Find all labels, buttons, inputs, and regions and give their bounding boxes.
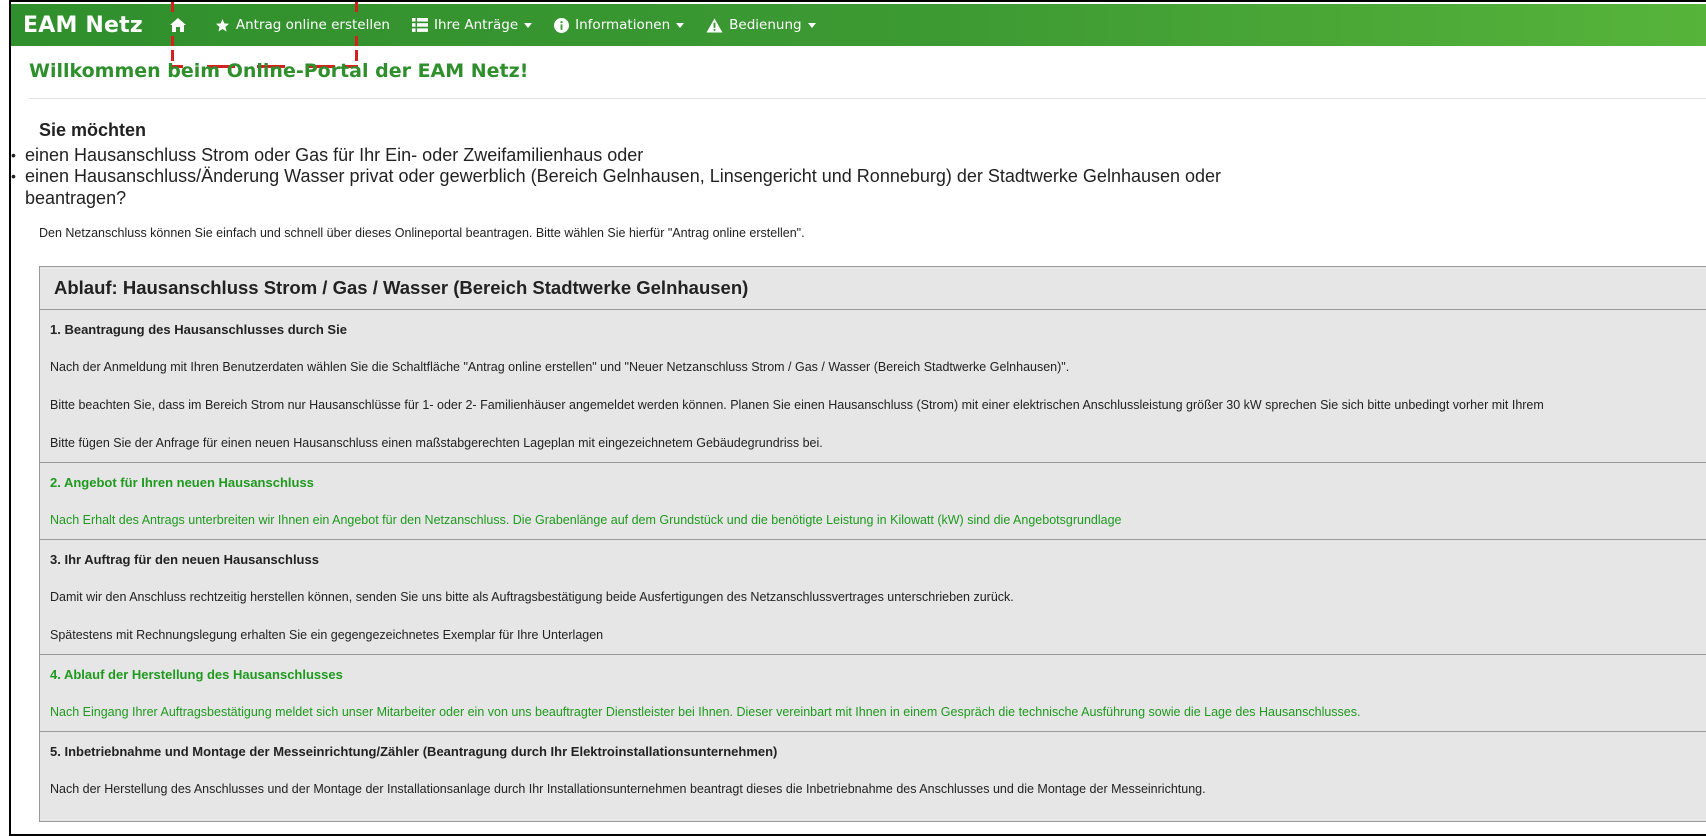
step-1: 1. Beantragung des Hausanschlusses durch… <box>40 310 1706 463</box>
intro-list: einen Hausanschluss Strom oder Gas für I… <box>11 145 1701 187</box>
step-paragraph: Nach der Herstellung des Anschlusses und… <box>50 782 1206 796</box>
step-paragraph: Bitte fügen Sie der Anfrage für einen ne… <box>50 436 823 450</box>
step-title: 3. Ihr Auftrag für den neuen Hausanschlu… <box>50 551 319 567</box>
step-paragraph: Nach der Anmeldung mit Ihren Benutzerdat… <box>50 360 1070 374</box>
info-icon <box>554 17 570 33</box>
intro-heading: Sie möchten <box>39 120 147 140</box>
caret-down-icon <box>676 22 685 28</box>
step-paragraph: Nach Erhalt des Antrags unterbreiten wir… <box>50 513 1122 527</box>
step-title: 5. Inbetriebnahme und Montage der Messei… <box>50 743 778 759</box>
intro-note: Den Netzanschluss können Sie einfach und… <box>39 226 805 240</box>
step-paragraph: Damit wir den Anschluss rechtzeitig hers… <box>50 590 1014 604</box>
step-paragraph: Nach Eingang Ihrer Auftragsbestätigung m… <box>50 705 1361 719</box>
nav-bedienung-dropdown[interactable]: Bedienung <box>706 17 816 33</box>
step-5: 5. Inbetriebnahme und Montage der Messei… <box>40 732 1706 808</box>
top-navbar: EAM Netz Antrag online erstellen Ihre An… <box>11 4 1706 46</box>
list-item: einen Hausanschluss/Änderung Wasser priv… <box>11 166 1701 187</box>
list-icon <box>411 18 428 32</box>
step-3: 3. Ihr Auftrag für den neuen Hausanschlu… <box>40 540 1706 655</box>
star-icon <box>215 18 230 33</box>
nav-label: Informationen <box>575 17 671 33</box>
process-panel: Ablauf: Hausanschluss Strom / Gas / Wass… <box>39 266 1706 822</box>
step-title: 1. Beantragung des Hausanschlusses durch… <box>50 321 347 337</box>
title-divider <box>29 98 1706 99</box>
intro-end-text: beantragen? <box>25 188 127 208</box>
nav-label: Bedienung <box>729 17 802 33</box>
step-title: 2. Angebot für Ihren neuen Hausanschluss <box>50 474 314 490</box>
page-frame: EAM Netz Antrag online erstellen Ihre An… <box>9 0 1706 836</box>
nav-antrag-online-erstellen[interactable]: Antrag online erstellen <box>215 17 390 33</box>
panel-title: Ablauf: Hausanschluss Strom / Gas / Wass… <box>40 267 1706 310</box>
step-paragraph: Bitte beachten Sie, dass im Bereich Stro… <box>50 398 1544 412</box>
home-link[interactable] <box>169 17 193 33</box>
home-icon <box>169 17 187 33</box>
brand-logo[interactable]: EAM Netz <box>23 13 143 38</box>
nav-ihre-antraege-dropdown[interactable]: Ihre Anträge <box>411 17 533 33</box>
nav-informationen-dropdown[interactable]: Informationen <box>554 17 685 33</box>
step-2: 2. Angebot für Ihren neuen Hausanschluss… <box>40 463 1706 540</box>
nav-label: Ihre Anträge <box>433 17 519 33</box>
page-title: Willkommen beim Online-Portal der EAM Ne… <box>29 60 529 82</box>
step-4: 4. Ablauf der Herstellung des Hausanschl… <box>40 655 1706 732</box>
step-title: 4. Ablauf der Herstellung des Hausanschl… <box>50 666 343 682</box>
caret-down-icon <box>807 22 816 28</box>
warning-icon <box>706 17 723 33</box>
step-paragraph: Spätestens mit Rechnungslegung erhalten … <box>50 628 604 642</box>
nav-label: Antrag online erstellen <box>235 17 390 33</box>
list-item: einen Hausanschluss Strom oder Gas für I… <box>11 145 1701 166</box>
intro-section: Sie möchten einen Hausanschluss Strom od… <box>11 120 1701 240</box>
caret-down-icon <box>524 22 533 28</box>
